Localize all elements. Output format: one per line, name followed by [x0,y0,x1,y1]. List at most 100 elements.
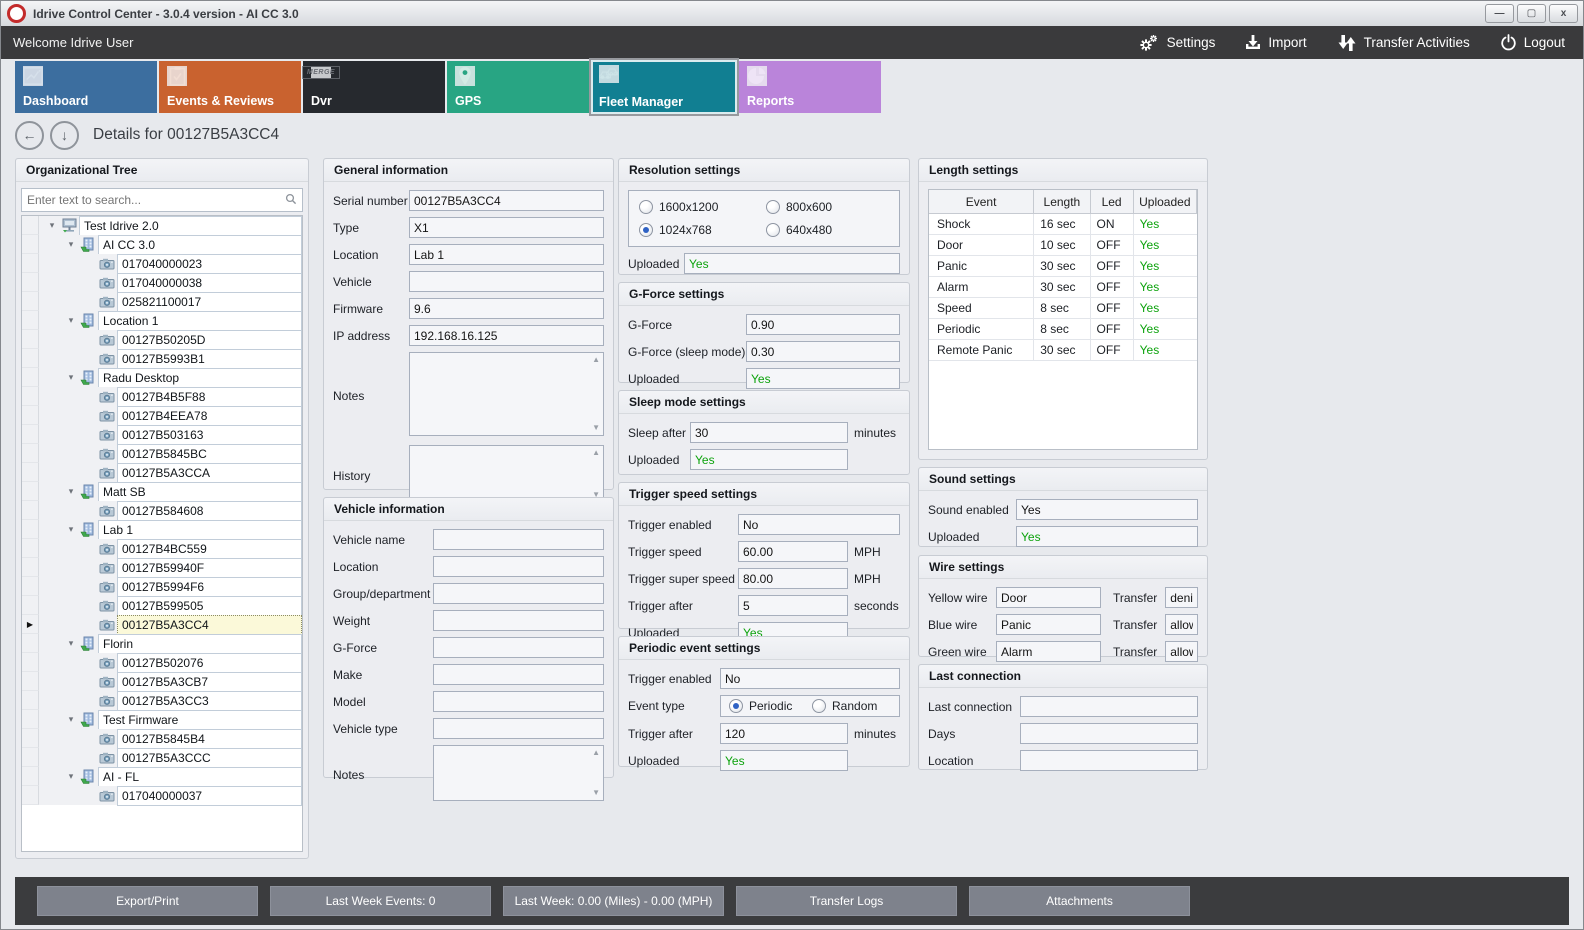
radio-option-periodic[interactable]: Periodic [729,699,808,713]
tree-node-radu-desktop[interactable]: ▾Radu Desktop [22,368,302,387]
settings-button[interactable]: Settings [1138,34,1216,52]
tree-node-00127b4bc559[interactable]: 00127B4BC559 [22,539,302,558]
expander-arrow-icon[interactable]: ▾ [64,482,78,501]
sound-uploaded-field[interactable] [1016,526,1198,547]
tree-node-00127b584608[interactable]: 00127B584608 [22,501,302,520]
transfer-activities-button[interactable]: Transfer Activities [1337,33,1470,53]
expander-arrow-icon[interactable]: ▾ [64,368,78,387]
general_info-history-textarea[interactable] [409,445,604,503]
nav-tile-reports[interactable]: Reports [739,61,881,113]
trigger_speed-trigger-speed-field[interactable] [738,541,848,562]
general_info-type-field[interactable] [409,217,604,238]
tree-node-florin[interactable]: ▾Florin [22,634,302,653]
tree-node-00127b4b5f88[interactable]: 00127B4B5F88 [22,387,302,406]
nav-tile-events-reviews[interactable]: Events & Reviews [159,61,301,113]
tree-node-00127b59940f[interactable]: 00127B59940F [22,558,302,577]
general_info-vehicle-field[interactable] [409,271,604,292]
radio-option-800x600[interactable]: 800x600 [766,200,889,214]
vehicle_info-vehicle-name-field[interactable] [433,529,604,550]
tree-node-00127b5a3ccc[interactable]: 00127B5A3CCC [22,748,302,767]
export-print-button[interactable]: Export/Print [37,886,258,916]
tree-node-017040000037[interactable]: 017040000037 [22,786,302,805]
nav-tile-fleet-manager[interactable]: Fleet Manager [589,58,739,116]
vehicle_info-notes-textarea[interactable] [433,745,604,801]
tree-node-matt-sb[interactable]: ▾Matt SB [22,482,302,501]
tree-node-00127b5993b1[interactable]: 00127B5993B1 [22,349,302,368]
tree-search-input[interactable] [22,193,285,207]
nav-tile-gps[interactable]: GPS [447,61,589,113]
gforce-uploaded-field[interactable] [746,368,900,389]
green-wire-transfer-field[interactable] [1165,641,1198,662]
tree-node-00127b5845b4[interactable]: 00127B5845B4 [22,729,302,748]
yellow-wire-transfer-field[interactable] [1165,587,1198,608]
tree-node-025821100017[interactable]: 025821100017 [22,292,302,311]
scroll-down-button[interactable]: ↓ [50,121,79,150]
radio-option-1600x1200[interactable]: 1600x1200 [639,200,762,214]
tree-node-test-firmware[interactable]: ▾Test Firmware [22,710,302,729]
general_info-ip-address-field[interactable] [409,325,604,346]
tree-node-ai-cc-3-0[interactable]: ▾AI CC 3.0 [22,235,302,254]
close-button[interactable]: x [1549,4,1578,23]
blue-wire-field[interactable] [996,614,1101,635]
logout-button[interactable]: Logout [1500,34,1565,51]
import-button[interactable]: Import [1245,34,1306,52]
table-row-remote-panic[interactable]: Remote Panic30 secOFFYes [929,340,1197,361]
last-week-events-0-button[interactable]: Last Week Events: 0 [270,886,491,916]
tree-node-lab-1[interactable]: ▾Lab 1 [22,520,302,539]
tree-node-00127b5845bc[interactable]: 00127B5845BC [22,444,302,463]
attachments-button[interactable]: Attachments [969,886,1190,916]
sound-sound-enabled-field[interactable] [1016,499,1198,520]
nav-tile-dashboard[interactable]: Dashboard [15,61,157,113]
vehicle_info-vehicle-type-field[interactable] [433,718,604,739]
periodic-trigger-enabled-field[interactable] [720,668,900,689]
tree-node-location-1[interactable]: ▾Location 1 [22,311,302,330]
expander-arrow-icon[interactable]: ▾ [64,710,78,729]
periodic-trigger-after-field[interactable] [720,723,848,744]
last-week-0-00-miles-0-00-mph-button[interactable]: Last Week: 0.00 (Miles) - 0.00 (MPH) [503,886,724,916]
vehicle_info-group-department-field[interactable] [433,583,604,604]
tree-node-00127b5a3cca[interactable]: 00127B5A3CCA [22,463,302,482]
table-row-door[interactable]: Door10 secOFFYes [929,235,1197,256]
table-row-panic[interactable]: Panic30 secOFFYes [929,256,1197,277]
tree-node-00127b5a3cc4[interactable]: ▶00127B5A3CC4 [22,615,302,634]
tree-node-00127b50205d[interactable]: 00127B50205D [22,330,302,349]
expander-arrow-icon[interactable]: ▾ [45,216,59,235]
vehicle_info-location-field[interactable] [433,556,604,577]
last_connection-days-field[interactable] [1020,723,1198,744]
vehicle_info-g-force-field[interactable] [433,637,604,658]
tree-node-00127b4eea78[interactable]: 00127B4EEA78 [22,406,302,425]
vehicle_info-weight-field[interactable] [433,610,604,631]
tree-node-00127b5a3cb7[interactable]: 00127B5A3CB7 [22,672,302,691]
tree-node-00127b5994f6[interactable]: 00127B5994F6 [22,577,302,596]
blue-wire-transfer-field[interactable] [1165,614,1198,635]
periodic-uploaded-field[interactable] [720,750,848,771]
tree-node-017040000038[interactable]: 017040000038 [22,273,302,292]
sleep-sleep-after-field[interactable] [690,422,848,443]
trigger_speed-trigger-super-speed-field[interactable] [738,568,848,589]
expander-arrow-icon[interactable]: ▾ [64,520,78,539]
minimize-button[interactable]: — [1485,4,1514,23]
sleep-uploaded-field[interactable] [690,449,848,470]
table-row-shock[interactable]: Shock16 secONYes [929,214,1197,235]
expander-arrow-icon[interactable]: ▾ [64,634,78,653]
tree-node-test-idrive-2-0[interactable]: ▾Test Idrive 2.0 [22,216,302,235]
yellow-wire-field[interactable] [996,587,1101,608]
nav-tile-dvr[interactable]: MERGEDvr [303,61,445,113]
general_info-notes-textarea[interactable] [409,352,604,436]
vehicle_info-make-field[interactable] [433,664,604,685]
resolution-uploaded-field[interactable] [684,253,900,274]
green-wire-field[interactable] [996,641,1101,662]
vehicle_info-model-field[interactable] [433,691,604,712]
general_info-serial-number-field[interactable] [409,190,604,211]
gforce-g-force-field[interactable] [746,314,900,335]
trigger_speed-trigger-after-field[interactable] [738,595,848,616]
general_info-location-field[interactable] [409,244,604,265]
gforce-g-force-sleep-mode-field[interactable] [746,341,900,362]
expander-arrow-icon[interactable]: ▾ [64,311,78,330]
tree-node-00127b502076[interactable]: 00127B502076 [22,653,302,672]
transfer-logs-button[interactable]: Transfer Logs [736,886,957,916]
general_info-firmware-field[interactable] [409,298,604,319]
radio-option-1024x768[interactable]: 1024x768 [639,223,762,237]
expander-arrow-icon[interactable]: ▾ [64,235,78,254]
table-row-speed[interactable]: Speed8 secOFFYes [929,298,1197,319]
